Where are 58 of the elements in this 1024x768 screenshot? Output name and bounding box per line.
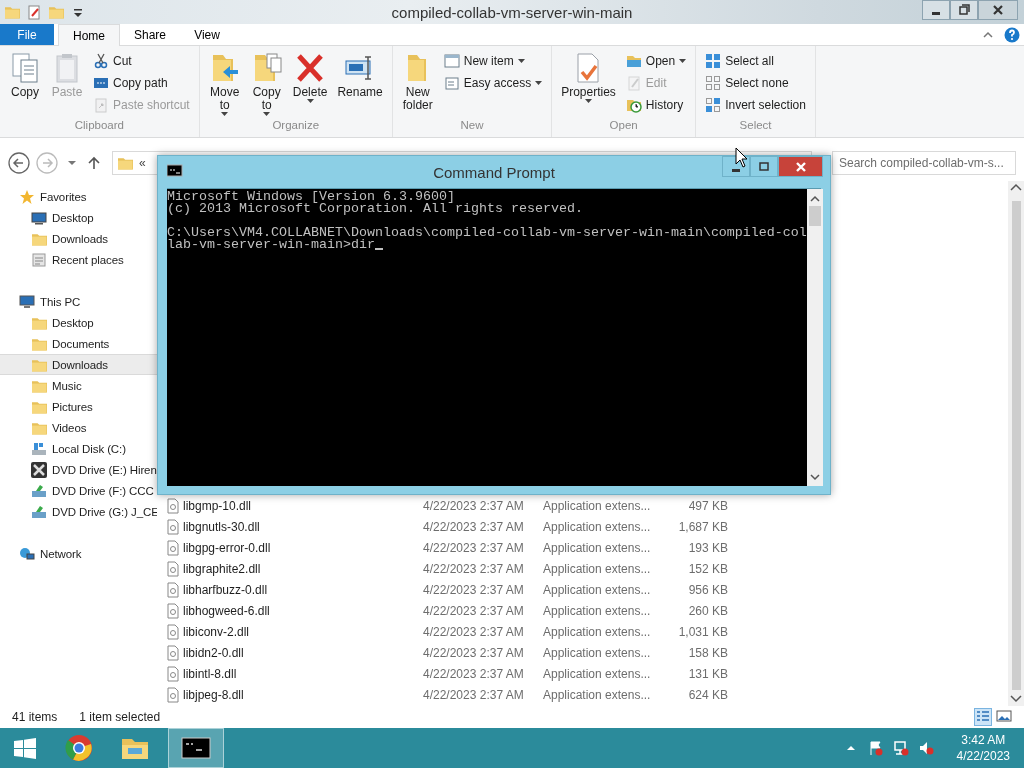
type-cell-text: Application extens... [543,687,652,702]
sidebar-label: Music [52,379,82,392]
selection-count: 1 item selected [79,710,161,724]
size-cell-text: 131 KB [687,666,728,681]
size-cell-text: 193 KB [687,540,728,555]
sidebar-label: Documents [52,337,110,350]
type-cell-text: Application extens... [543,540,652,555]
sidebar-label: Desktop [52,211,94,224]
date-cell-text: 4/22/2023 2:37 AM [423,624,525,639]
date-cell-text: 4/22/2023 2:37 AM [423,519,525,534]
type-cell-text: Application extens... [543,561,652,576]
group-label: Organize [271,119,321,133]
size-cell-text: 1,031 KB [677,624,728,639]
group-label: New [459,119,485,133]
type-cell-text: Application extens... [543,519,652,534]
type-cell-text: Application extens... [543,666,652,681]
type-cell-text: Application extens... [543,645,652,660]
sidebar-label: Pictures [52,400,93,413]
sidebar-label: Downloads [52,232,108,245]
date-cell-text: 4/22/2023 2:37 AM [423,687,525,702]
size-cell-text: 624 KB [687,687,728,702]
type-cell-text: Application extens... [543,624,652,639]
item-count: 41 items [12,710,58,724]
size-cell-text: 260 KB [687,603,728,618]
group-label: Clipboard [73,119,125,133]
sidebar-label: Downloads [52,358,108,371]
console-line: Microsoft Windows [Version 6.3.9600] [167,191,456,203]
sidebar-label: Local Disk (C:) [52,442,126,455]
sidebar-label: This PC [40,295,81,308]
sidebar-label: Network [40,547,82,560]
group-label: Open [608,119,639,133]
sidebar-label: Desktop [52,316,94,329]
sidebar-label: Videos [52,421,87,434]
type-cell-text: Application extens... [543,603,652,618]
window-title: Command Prompt [433,163,555,181]
date-cell-text: 4/22/2023 2:37 AM [423,666,525,681]
console-line: C:\Users\VM4.COLLABNET\Downloads\compiled-collab-vm-server-win-main\compiled-col [167,227,807,239]
size-cell-text: 158 KB [687,645,728,660]
date-cell-text: 4/22/2023 2:37 AM [423,561,525,576]
type-cell-text: Application extens... [543,498,652,513]
size-cell-text: 1,687 KB [677,519,728,534]
type-cell-text: Application extens... [543,582,652,597]
sidebar-label: Favorites [40,190,87,203]
sidebar-label: Recent places [52,253,124,266]
size-cell-text: 956 KB [687,582,728,597]
date-cell-text: 4/22/2023 2:37 AM [423,498,525,513]
date-cell-text: 4/22/2023 2:37 AM [423,603,525,618]
console-line: lab-vm-server-win-main>dir [167,239,807,251]
date-cell-text: 4/22/2023 2:37 AM [423,540,525,555]
size-cell-text: 152 KB [687,561,728,576]
group-label: Select [738,119,773,133]
sidebar-label: DVD Drive (E:) Hiren [52,463,157,476]
date-cell-text: 4/22/2023 2:37 AM [423,645,525,660]
size-cell-text: 497 KB [687,498,728,513]
date-cell-text: 4/22/2023 2:37 AM [423,582,525,597]
window-title: compiled-collab-vm-server-win-main [391,3,633,21]
console-line: (c) 2013 Microsoft Corporation. All rights reserved. [167,203,584,215]
sidebar-label: DVD Drive (F:) CCC [52,484,154,497]
